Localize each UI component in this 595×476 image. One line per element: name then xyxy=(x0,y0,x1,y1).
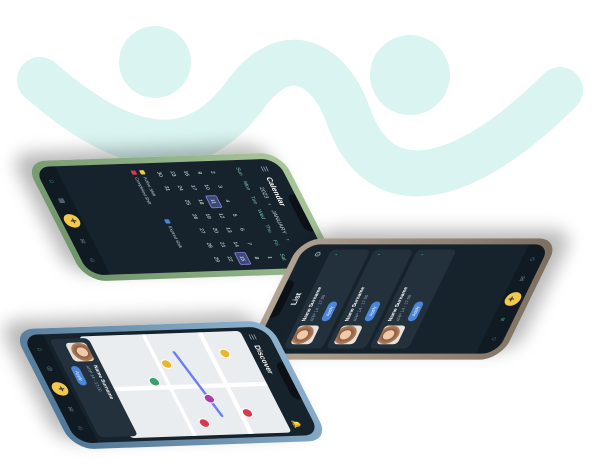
profile-icon[interactable]: ☺ xyxy=(526,253,539,265)
profile-icon[interactable]: ☺ xyxy=(74,422,87,434)
avatar xyxy=(64,342,96,362)
apply-button[interactable]: Apply xyxy=(320,301,339,322)
page-title: List xyxy=(288,292,304,306)
menu-icon[interactable]: ☰ xyxy=(259,166,271,172)
apply-button[interactable]: Apply xyxy=(69,365,89,386)
prev-month-icon[interactable]: ‹ xyxy=(266,203,273,205)
chevron-right-icon[interactable]: › xyxy=(419,254,449,256)
chat-icon[interactable]: ✉ xyxy=(516,273,529,285)
avatar xyxy=(289,325,321,345)
bell-icon[interactable]: 🔔 xyxy=(291,420,304,429)
map-pin[interactable] xyxy=(201,393,217,404)
marketing-stage: ☰ Calendar 🔔 2023 ‹ JANUARY › SunMonTueW… xyxy=(0,0,595,476)
chevron-right-icon[interactable]: › xyxy=(333,254,363,256)
profile-icon[interactable]: ☺ xyxy=(86,254,99,266)
legend-swatch xyxy=(138,170,146,175)
map-road xyxy=(104,381,268,392)
filter-icon[interactable]: ⚙ xyxy=(312,251,324,257)
add-button[interactable]: + xyxy=(501,292,524,306)
avatar xyxy=(332,325,364,345)
list-screen: ☰ List ⚙ Name SurnameARP 14 - 17:00Apply… xyxy=(251,244,551,354)
avatar xyxy=(376,325,407,345)
map-pin[interactable] xyxy=(217,348,233,359)
add-button[interactable]: + xyxy=(49,381,72,396)
home-icon[interactable]: ⌂ xyxy=(487,333,500,345)
calendar-icon[interactable]: ▦ xyxy=(55,195,69,207)
calendar-screen: ☰ Calendar 🔔 2023 ‹ JANUARY › SunMonTueW… xyxy=(34,158,332,276)
map-screen: ☰ Discover 🔔 Name Surname ARP 14 - 17:00… xyxy=(22,326,320,444)
legend-swatch xyxy=(130,170,138,175)
chevron-right-icon[interactable]: › xyxy=(376,254,406,256)
legend-swatch xyxy=(163,219,171,224)
chat-icon[interactable]: ✉ xyxy=(75,235,89,247)
apply-button[interactable]: Apply xyxy=(406,301,425,322)
home-icon[interactable]: ⌂ xyxy=(34,343,47,355)
menu-icon[interactable]: ☰ xyxy=(247,334,259,340)
add-button[interactable]: + xyxy=(61,213,84,228)
map-icon[interactable]: ◎ xyxy=(43,363,57,375)
next-month-icon[interactable]: › xyxy=(284,239,291,241)
map-pin[interactable] xyxy=(196,418,212,428)
chat-icon[interactable]: ✉ xyxy=(63,403,77,415)
list-icon[interactable]: ≡ xyxy=(497,313,510,325)
home-icon[interactable]: ⌂ xyxy=(46,175,59,187)
apply-button[interactable]: Apply xyxy=(363,301,382,322)
